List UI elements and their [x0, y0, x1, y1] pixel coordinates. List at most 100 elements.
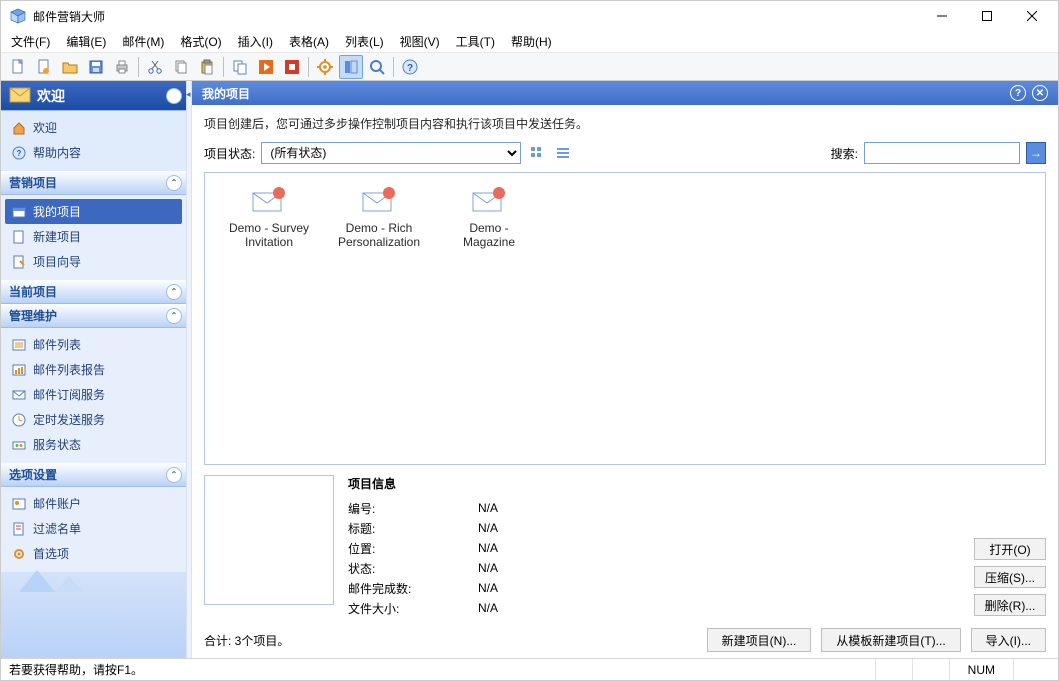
mail-thumb-icon [359, 187, 399, 215]
help-icon[interactable]: ? [398, 55, 422, 79]
collapse-icon[interactable]: ⌃ [166, 308, 182, 324]
new-doc-icon[interactable] [6, 55, 30, 79]
open-button[interactable]: 打开(O) [974, 538, 1046, 560]
info-value: N/A [478, 561, 498, 575]
print-icon[interactable] [110, 55, 134, 79]
cut-icon[interactable] [143, 55, 167, 79]
collapse-icon[interactable]: ⌃ [166, 175, 182, 191]
sidebar-link-service-status[interactable]: 服务状态 [5, 432, 182, 457]
menu-format[interactable]: 格式(O) [172, 31, 229, 52]
sidebar-header-options[interactable]: 选项设置⌃ [1, 463, 186, 487]
sidebar-link-welcome[interactable]: 欢迎 [5, 115, 182, 140]
sidebar-welcome-title: 欢迎 [37, 86, 65, 106]
view-grid-icon[interactable] [527, 143, 547, 163]
stop-icon[interactable] [280, 55, 304, 79]
menu-mail[interactable]: 邮件(M) [114, 31, 172, 52]
sidebar-link-my-projects[interactable]: 我的项目 [5, 199, 182, 224]
sidebar-link-help[interactable]: ?帮助内容 [5, 140, 182, 165]
project-list[interactable]: Demo - Survey Invitation Demo - Rich Pers… [204, 172, 1046, 465]
mail-thumb-icon [249, 187, 289, 215]
maximize-button[interactable] [964, 2, 1009, 30]
wizard-icon [11, 254, 27, 270]
app-title: 邮件营销大师 [33, 8, 919, 25]
sidebar-header-current[interactable]: 当前项目⌃ [1, 280, 186, 304]
mail-thumb-icon [469, 187, 509, 215]
sidebar-link-accounts[interactable]: 邮件账户 [5, 491, 182, 516]
info-key: 位置: [348, 540, 478, 557]
sidebar-link-schedule[interactable]: 定时发送服务 [5, 407, 182, 432]
envelope-icon [9, 87, 31, 105]
copy-icon[interactable] [169, 55, 193, 79]
collapse-icon[interactable]: ⌃ [166, 467, 182, 483]
sidebar-link-mail-list[interactable]: 邮件列表 [5, 332, 182, 357]
sidebar-header-marketing[interactable]: 营销项目⌃ [1, 171, 186, 195]
splitter[interactable] [186, 81, 192, 658]
sidebar-link-filter[interactable]: 过滤名单 [5, 516, 182, 541]
delete-button[interactable]: 删除(R)... [974, 594, 1046, 616]
new-from-template-button[interactable]: 从模板新建项目(T)... [821, 628, 960, 652]
status-select[interactable]: (所有状态) [261, 142, 521, 164]
menu-tools[interactable]: 工具(T) [448, 31, 503, 52]
open-folder-icon[interactable] [58, 55, 82, 79]
menu-insert[interactable]: 插入(I) [230, 31, 281, 52]
new-starred-icon[interactable] [32, 55, 56, 79]
info-value: N/A [478, 501, 498, 515]
svg-text:?: ? [407, 63, 413, 74]
project-item[interactable]: Demo - Magazine [443, 187, 535, 249]
import-button[interactable]: 导入(I)... [971, 628, 1046, 652]
project-item[interactable]: Demo - Rich Personalization [333, 187, 425, 249]
info-row: 状态:N/A [348, 558, 960, 578]
header-close-icon[interactable]: ✕ [1032, 85, 1048, 101]
preview-icon[interactable] [365, 55, 389, 79]
settings-gear-icon[interactable] [313, 55, 337, 79]
minimize-button[interactable] [919, 2, 964, 30]
home-icon [11, 120, 27, 136]
copy-doc-icon[interactable] [228, 55, 252, 79]
panel-view-icon[interactable] [339, 55, 363, 79]
sidebar-link-project-wizard[interactable]: 项目向导 [5, 249, 182, 274]
menu-help[interactable]: 帮助(H) [503, 31, 560, 52]
search-go-button[interactable]: → [1026, 142, 1046, 164]
sidebar-link-subscription[interactable]: 邮件订阅服务 [5, 382, 182, 407]
menu-file[interactable]: 文件(F) [3, 31, 58, 52]
search-input[interactable] [864, 142, 1020, 164]
clock-icon [11, 412, 27, 428]
help-small-icon: ? [11, 145, 27, 161]
menu-edit[interactable]: 编辑(E) [58, 31, 114, 52]
projects-icon [11, 204, 27, 220]
new-project-button[interactable]: 新建项目(N)... [707, 628, 812, 652]
info-row: 邮件完成数:N/A [348, 578, 960, 598]
view-list-icon[interactable] [553, 143, 573, 163]
info-key: 文件大小: [348, 600, 478, 617]
info-key: 状态: [348, 560, 478, 577]
project-name: Demo - Survey Invitation [223, 221, 315, 249]
new-project-icon [11, 229, 27, 245]
subscribe-icon [11, 387, 27, 403]
app-icon [9, 7, 27, 25]
toolbar: ? [1, 53, 1058, 81]
sidebar-link-mail-report[interactable]: 邮件列表报告 [5, 357, 182, 382]
close-button[interactable] [1009, 2, 1054, 30]
project-item[interactable]: Demo - Survey Invitation [223, 187, 315, 249]
sidebar-link-new-project[interactable]: 新建项目 [5, 224, 182, 249]
sidebar-header-welcome[interactable]: 欢迎 ⌃ [1, 81, 186, 111]
total-label: 合计: 3个项目。 [204, 632, 289, 649]
menu-list[interactable]: 列表(L) [337, 31, 392, 52]
header-help-icon[interactable]: ? [1010, 85, 1026, 101]
status-icon [11, 437, 27, 453]
info-value: N/A [478, 541, 498, 555]
info-row: 位置:N/A [348, 538, 960, 558]
info-key: 邮件完成数: [348, 580, 478, 597]
run-icon[interactable] [254, 55, 278, 79]
menu-table[interactable]: 表格(A) [281, 31, 337, 52]
sidebar-header-manage[interactable]: 管理维护⌃ [1, 304, 186, 328]
collapse-icon[interactable]: ⌃ [166, 284, 182, 300]
statusbar: 若要获得帮助，请按F1。 NUM [1, 658, 1058, 680]
menu-view[interactable]: 视图(V) [392, 31, 448, 52]
report-icon [11, 362, 27, 378]
paste-icon[interactable] [195, 55, 219, 79]
compress-button[interactable]: 压缩(S)... [974, 566, 1046, 588]
sidebar-link-preferences[interactable]: 首选项 [5, 541, 182, 566]
save-icon[interactable] [84, 55, 108, 79]
collapse-icon[interactable]: ⌃ [166, 88, 182, 104]
